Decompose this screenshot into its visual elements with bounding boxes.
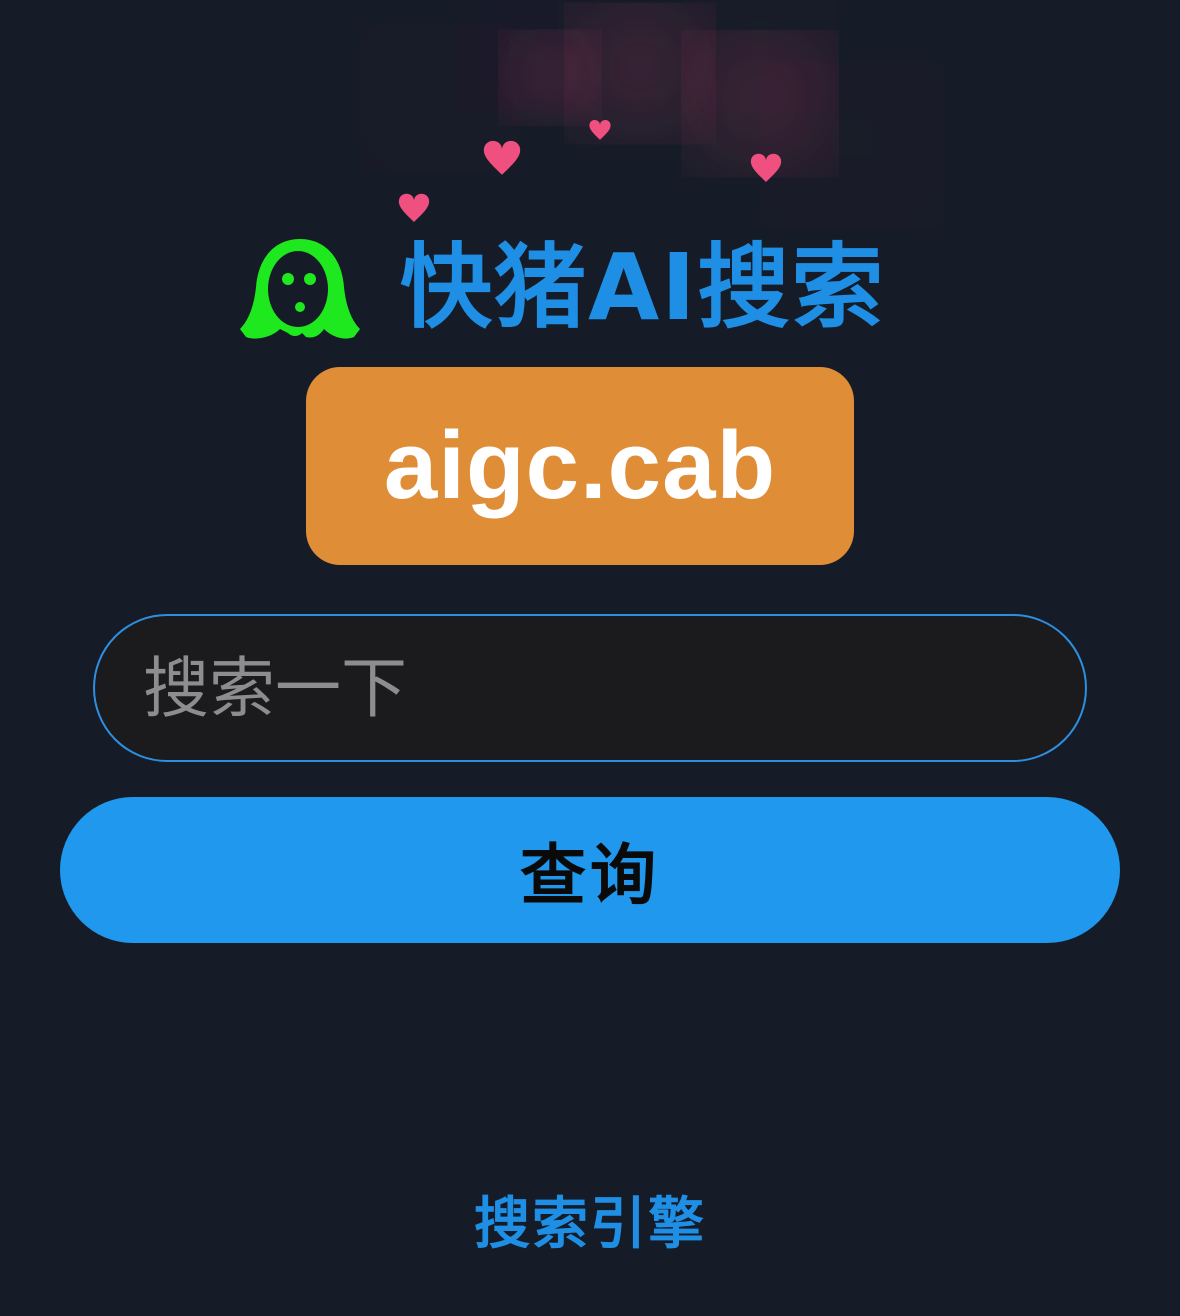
ghost-icon bbox=[240, 239, 360, 339]
heart-icon bbox=[806, 105, 898, 191]
heart-icon bbox=[398, 193, 430, 222]
domain-badge: aigc.cab bbox=[306, 367, 854, 565]
heart-icon bbox=[602, 38, 678, 110]
search-engine-link[interactable]: 搜索引擎 bbox=[0, 1194, 1180, 1256]
heart-icon bbox=[400, 60, 480, 135]
heart-icon bbox=[722, 6, 798, 78]
heart-icon bbox=[720, 66, 800, 141]
heart-icon bbox=[524, 53, 576, 102]
hearts-decoration bbox=[398, 0, 898, 222]
search-input[interactable] bbox=[93, 614, 1087, 762]
query-button[interactable]: 查询 bbox=[60, 797, 1120, 943]
app-title: 快猪AI搜索 bbox=[400, 234, 886, 341]
heart-icon bbox=[750, 153, 782, 182]
heart-icon bbox=[589, 120, 611, 140]
heart-icon bbox=[483, 140, 521, 175]
domain-text: aigc.cab bbox=[383, 412, 777, 519]
brand-header: 快猪AI搜索 bbox=[240, 228, 960, 348]
